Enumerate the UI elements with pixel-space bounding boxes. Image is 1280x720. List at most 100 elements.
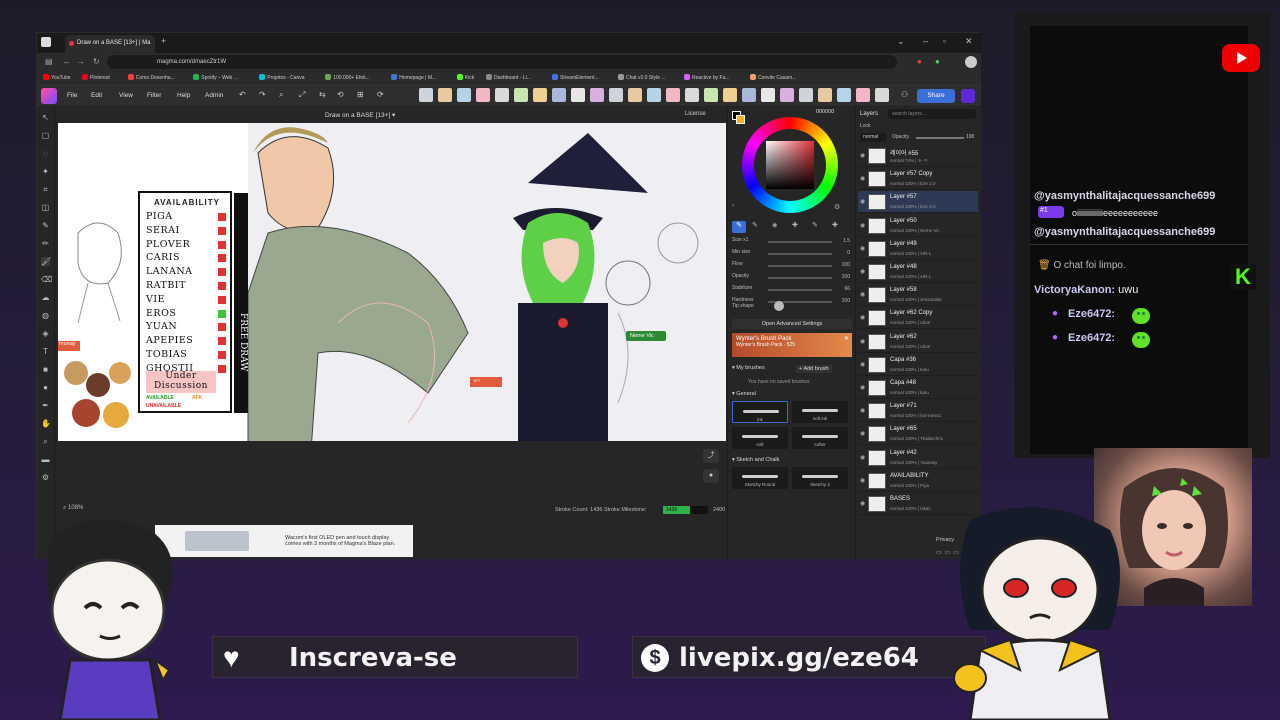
- share-button[interactable]: Share: [917, 89, 955, 103]
- collaborator-avatar[interactable]: [723, 88, 737, 102]
- layer-search-input[interactable]: search layers...: [888, 109, 976, 119]
- canvas-area[interactable]: Draw on a BASE [13+] ▾ License munay AVA…: [55, 107, 727, 559]
- forward-icon[interactable]: →: [77, 57, 85, 66]
- layer-row[interactable]: ◉ Capa #36 normal 100% | karu: [858, 354, 978, 376]
- menu-view[interactable]: View: [119, 92, 133, 99]
- collaborator-avatar[interactable]: [837, 88, 851, 102]
- rotate-icon[interactable]: ⟲: [337, 90, 344, 99]
- menu-admin[interactable]: Admin: [205, 92, 223, 99]
- fit-icon[interactable]: ⤢: [299, 90, 305, 100]
- side-panel-icon[interactable]: ▤: [45, 57, 53, 66]
- wacom-ad[interactable]: Wacom's first OLED pen and touch display…: [155, 525, 413, 557]
- eye-icon[interactable]: ◉: [860, 268, 865, 275]
- layer-row[interactable]: ◉ Layer #50 normal 100% | Neme Vic: [858, 215, 978, 237]
- flip-icon[interactable]: ⇆: [319, 90, 326, 99]
- brush-slider[interactable]: Size x1 1.5: [732, 237, 852, 247]
- layer-row[interactable]: ◉ AVAILABILITY normal 100% | Pigu: [858, 470, 978, 492]
- brush-ink[interactable]: ink: [732, 401, 788, 423]
- eye-icon[interactable]: ◉: [860, 477, 865, 484]
- bookmark-item[interactable]: Como Desenha...: [127, 74, 175, 81]
- select-lasso-icon[interactable]: ◌: [41, 149, 50, 158]
- vpn-icon[interactable]: ●: [935, 57, 940, 66]
- brush-pack-card[interactable]: Wynter's Brush Pack Wynter's Brush Pack …: [732, 333, 852, 357]
- gear-icon[interactable]: ⚙: [834, 203, 840, 211]
- slider-track[interactable]: [768, 253, 832, 255]
- eye-icon[interactable]: ◉: [860, 384, 865, 391]
- collaborator-avatar[interactable]: [875, 88, 889, 102]
- slider-track[interactable]: [768, 241, 832, 243]
- magic-wand-icon[interactable]: ✦: [41, 167, 50, 176]
- browser-tab[interactable]: Draw on a BASE [13+] | Ma: [65, 35, 155, 53]
- brush-slider[interactable]: Stabilizer 66: [732, 285, 852, 295]
- livepix-bar[interactable]: $ livepix.gg/eze64: [632, 636, 986, 678]
- eye-icon[interactable]: ◉: [860, 152, 865, 159]
- avatar[interactable]: [965, 56, 977, 68]
- minimize-icon[interactable]: –: [923, 36, 928, 46]
- eraser-icon[interactable]: ⌫: [41, 275, 52, 284]
- layer-row[interactable]: ◉ Layer #57 normal 100% | Eze 2.0: [858, 191, 978, 214]
- ellipse-icon[interactable]: ●: [41, 383, 50, 392]
- layer-row[interactable]: ◉ Layer #49 normal 100% | AIR-L: [858, 238, 978, 260]
- collaborator-avatar[interactable]: [685, 88, 699, 102]
- collaborator-avatar[interactable]: [552, 88, 566, 102]
- layer-row[interactable]: ◉ Layer #58 normal 100% | Jessanalia: [858, 284, 978, 307]
- hex-input[interactable]: 000000: [816, 109, 834, 115]
- brush-sketchy-round[interactable]: Sketchy Round: [732, 467, 788, 489]
- eye-icon[interactable]: ◉: [860, 291, 865, 298]
- back-icon[interactable]: ←: [63, 57, 71, 66]
- canvas-title[interactable]: Draw on a BASE [13+] ▾: [325, 111, 395, 119]
- bookmark-item[interactable]: Homepage | M...: [391, 74, 436, 81]
- brush-preset-6-icon[interactable]: ✚: [832, 221, 838, 229]
- eyedropper-icon[interactable]: ✎: [41, 221, 50, 230]
- new-tab-icon[interactable]: +: [161, 36, 166, 46]
- add-brush-button[interactable]: + Add brush: [796, 365, 832, 373]
- brush-preset-3-icon[interactable]: ◈: [772, 221, 777, 229]
- redo-icon[interactable]: ↷: [259, 90, 266, 99]
- blur-icon[interactable]: ◍: [41, 311, 50, 320]
- layer-row[interactable]: ◉ Layer #65 normal 100% | ThaliaChris: [858, 423, 978, 446]
- smudge-icon[interactable]: ☁: [41, 293, 50, 302]
- bookmark-item[interactable]: 100.000+ Efeit...: [325, 74, 370, 81]
- eye-icon[interactable]: ◉: [860, 338, 865, 345]
- bookmark-item[interactable]: Chat v2.0 Style ...: [618, 74, 665, 81]
- eye-icon[interactable]: ◉: [860, 245, 865, 252]
- collaborator-avatar[interactable]: [419, 88, 433, 102]
- settings-icon[interactable]: ⚙: [41, 473, 50, 482]
- eye-icon[interactable]: ◉: [860, 361, 865, 368]
- eye-icon[interactable]: ◉: [860, 175, 865, 182]
- collaborator-avatar[interactable]: [780, 88, 794, 102]
- url-input[interactable]: magma.com/d/naecZtr1W: [107, 55, 897, 69]
- add-user-icon[interactable]: ⚇: [901, 90, 908, 99]
- sketch-header[interactable]: ▾ Sketch and Chalk: [732, 457, 779, 463]
- collaborator-avatar[interactable]: [476, 88, 490, 102]
- layer-row[interactable]: ◉ Layer #71 normal 100% | hot-mess1: [858, 400, 978, 423]
- collaborator-avatar[interactable]: [742, 88, 756, 102]
- reset-icon[interactable]: ⟳: [377, 90, 384, 99]
- pencil-icon[interactable]: ✏: [41, 239, 50, 248]
- eye-icon[interactable]: ◉: [860, 314, 865, 321]
- shape-icon[interactable]: ■: [41, 365, 50, 374]
- collaborator-avatar[interactable]: [799, 88, 813, 102]
- close-icon[interactable]: ✕: [965, 36, 973, 47]
- profile-icon[interactable]: [41, 37, 51, 47]
- layer-row[interactable]: ◉ Layer #62 normal 100% | ndoe: [858, 331, 978, 353]
- layer-row[interactable]: ◉ Layer #48 normal 100% | AIR-L: [858, 261, 978, 283]
- layer-row[interactable]: ◉ Layer #62 Copy normal 100% | ndoe: [858, 307, 978, 330]
- brush-slider[interactable]: Flow 100: [732, 261, 852, 271]
- menu-edit[interactable]: Edit: [91, 92, 102, 99]
- close-icon[interactable]: ✕: [844, 335, 849, 342]
- menu-file[interactable]: File: [67, 92, 77, 99]
- maximize-icon[interactable]: ▫: [943, 36, 946, 46]
- eye-icon[interactable]: ◉: [860, 500, 865, 507]
- collaborator-avatar[interactable]: [856, 88, 870, 102]
- collaborator-avatar[interactable]: [761, 88, 775, 102]
- undo-icon[interactable]: ↶: [239, 90, 246, 99]
- eye-icon[interactable]: ◉: [860, 198, 865, 205]
- transform-icon[interactable]: ◫: [41, 203, 50, 212]
- brush-preset-4-icon[interactable]: ✚: [792, 221, 798, 229]
- pen-icon[interactable]: ✒: [41, 401, 50, 410]
- layer-row[interactable]: ◉ 레이어 #55 normal 74% | ㅎ-ㅋ: [858, 145, 978, 167]
- eye-icon[interactable]: ◉: [860, 222, 865, 229]
- bookmark-item[interactable]: Projetos - Canva: [259, 74, 305, 81]
- collaborator-avatar[interactable]: [590, 88, 604, 102]
